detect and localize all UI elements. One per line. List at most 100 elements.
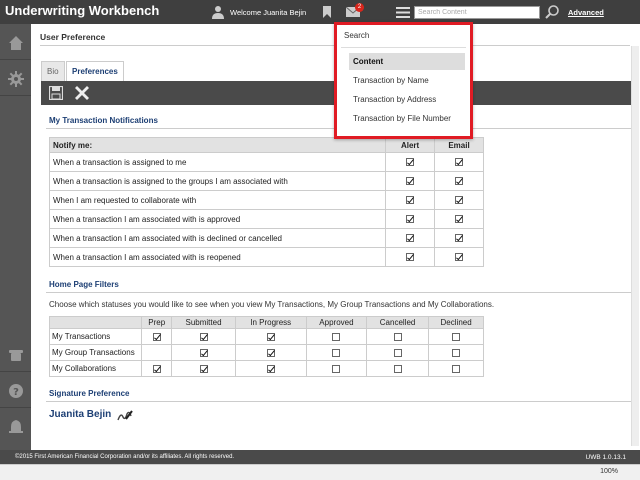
table-row: My Collaborations bbox=[49, 360, 484, 377]
filters-title: Home Page Filters bbox=[49, 280, 119, 289]
alert-checkbox[interactable] bbox=[406, 234, 415, 243]
home-icon bbox=[8, 35, 23, 50]
table-row: When I am requested to collaborate with bbox=[48, 190, 484, 210]
notifications-table: Notify me: Alert Email When a transactio… bbox=[48, 137, 484, 267]
approved-checkbox[interactable] bbox=[332, 364, 341, 373]
table-row: My Transactions bbox=[49, 328, 484, 345]
help-button[interactable]: ? bbox=[0, 374, 31, 408]
signature-title: Signature Preference bbox=[49, 389, 130, 398]
row-label: My Transactions bbox=[49, 328, 142, 345]
row-label: When a transaction is assigned to the gr… bbox=[48, 171, 387, 191]
phone-button[interactable] bbox=[0, 338, 31, 372]
column-header: Declined bbox=[428, 316, 484, 329]
save-icon[interactable] bbox=[49, 86, 63, 100]
column-header: Email bbox=[434, 137, 484, 153]
alert-checkbox[interactable] bbox=[406, 177, 415, 186]
row-label: When a transaction I am associated with … bbox=[48, 228, 387, 248]
approved-checkbox[interactable] bbox=[332, 348, 341, 357]
browser-status-bar: 100% bbox=[0, 464, 640, 480]
tab-preferences[interactable]: Preferences bbox=[66, 61, 124, 81]
user-icon bbox=[212, 6, 224, 19]
column-header: Submitted bbox=[171, 316, 236, 329]
in-progress-checkbox[interactable] bbox=[266, 364, 275, 373]
in-progress-checkbox[interactable] bbox=[266, 348, 275, 357]
submitted-checkbox[interactable] bbox=[199, 332, 208, 341]
email-checkbox[interactable] bbox=[455, 234, 464, 243]
column-header: Alert bbox=[385, 137, 436, 153]
prep-checkbox[interactable] bbox=[152, 332, 161, 341]
phone-icon bbox=[8, 349, 23, 361]
dropdown-header: Search bbox=[344, 31, 370, 40]
search-option-name[interactable]: Transaction by Name bbox=[349, 72, 465, 89]
help-icon: ? bbox=[8, 383, 23, 398]
version-label: UWB 1.0.13.1 bbox=[585, 454, 626, 461]
column-header: Prep bbox=[140, 316, 173, 329]
submitted-checkbox[interactable] bbox=[199, 364, 208, 373]
row-label: When a transaction I am associated with … bbox=[48, 247, 387, 267]
cancelled-checkbox[interactable] bbox=[393, 348, 402, 357]
tab-bio[interactable]: Bio bbox=[41, 61, 65, 81]
notification-badge: 2 bbox=[355, 3, 364, 12]
alert-checkbox[interactable] bbox=[406, 253, 415, 262]
app-title: Underwriting Workbench bbox=[5, 3, 160, 18]
divider bbox=[46, 401, 631, 402]
search-option-file-number[interactable]: Transaction by File Number bbox=[349, 110, 465, 127]
search-menu-icon[interactable] bbox=[396, 7, 410, 18]
prep-checkbox[interactable] bbox=[152, 364, 161, 373]
settings-button[interactable] bbox=[0, 62, 31, 96]
alert-checkbox[interactable] bbox=[406, 196, 415, 205]
alerts-button[interactable] bbox=[0, 410, 31, 444]
home-button[interactable] bbox=[0, 26, 31, 60]
table-row: When a transaction I am associated with … bbox=[48, 228, 484, 248]
alert-checkbox[interactable] bbox=[406, 158, 415, 167]
declined-checkbox[interactable] bbox=[452, 332, 461, 341]
advanced-search-link[interactable]: Advanced bbox=[568, 8, 604, 17]
table-row: When a transaction is assigned to the gr… bbox=[48, 171, 484, 191]
submitted-checkbox[interactable] bbox=[199, 348, 208, 357]
left-sidebar: ? bbox=[0, 24, 31, 450]
alert-checkbox[interactable] bbox=[406, 215, 415, 224]
email-checkbox[interactable] bbox=[455, 215, 464, 224]
signature-name: Juanita Bejin bbox=[49, 409, 112, 420]
in-progress-checkbox[interactable] bbox=[266, 332, 275, 341]
zoom-level[interactable]: 100% bbox=[600, 468, 618, 475]
notifications-title: My Transaction Notifications bbox=[49, 116, 158, 125]
declined-checkbox[interactable] bbox=[452, 364, 461, 373]
copyright-text: ©2015 First American Financial Corporati… bbox=[15, 454, 235, 460]
table-row: When a transaction I am associated with … bbox=[48, 209, 484, 229]
scrollbar[interactable] bbox=[631, 46, 639, 446]
cancelled-checkbox[interactable] bbox=[393, 332, 402, 341]
svg-text:?: ? bbox=[13, 387, 19, 398]
row-label: My Group Transactions bbox=[49, 344, 142, 361]
search-option-content[interactable]: Content bbox=[349, 53, 465, 70]
bookmark-icon[interactable] bbox=[322, 6, 332, 18]
email-checkbox[interactable] bbox=[455, 253, 464, 262]
column-header bbox=[49, 316, 142, 329]
column-header: Cancelled bbox=[365, 316, 430, 329]
row-label: When a transaction I am associated with … bbox=[48, 209, 387, 229]
filters-table: Prep Submitted In Progress Approved Canc… bbox=[49, 316, 484, 377]
search-icon[interactable] bbox=[544, 4, 560, 20]
row-label: My Collaborations bbox=[49, 360, 142, 377]
column-header: Notify me: bbox=[48, 137, 387, 153]
page-title: User Preference bbox=[40, 32, 106, 42]
divider bbox=[46, 292, 631, 293]
table-row: When a transaction I am associated with … bbox=[48, 247, 484, 267]
search-dropdown: Search Content Transaction by Name Trans… bbox=[334, 22, 473, 139]
gear-icon bbox=[7, 70, 24, 87]
email-checkbox[interactable] bbox=[455, 158, 464, 167]
divider bbox=[341, 47, 466, 48]
signature-pen-icon[interactable] bbox=[117, 408, 133, 422]
declined-checkbox[interactable] bbox=[452, 348, 461, 357]
row-label: When I am requested to collaborate with bbox=[48, 190, 387, 210]
email-checkbox[interactable] bbox=[455, 177, 464, 186]
search-input[interactable] bbox=[414, 6, 540, 19]
column-header: Approved bbox=[305, 316, 367, 329]
column-header: In Progress bbox=[234, 316, 307, 329]
close-icon[interactable] bbox=[74, 85, 90, 101]
cancelled-checkbox[interactable] bbox=[393, 364, 402, 373]
email-checkbox[interactable] bbox=[455, 196, 464, 205]
search-option-address[interactable]: Transaction by Address bbox=[349, 91, 465, 108]
approved-checkbox[interactable] bbox=[332, 332, 341, 341]
top-bar: Underwriting Workbench Welcome Juanita B… bbox=[0, 0, 640, 24]
